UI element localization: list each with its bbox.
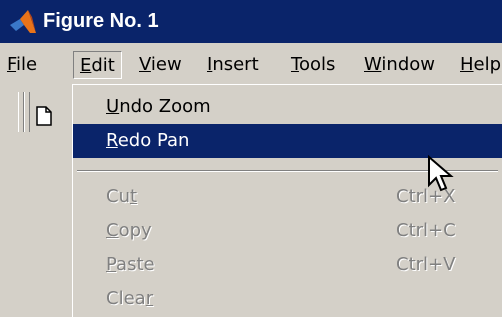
- menu-insert-label: nsert: [212, 54, 259, 75]
- menu-file[interactable]: File: [7, 51, 37, 79]
- edit-menu-dropdown: Undo Zoom Redo Pan Cut Ctrl+X Copy Ctrl+…: [72, 84, 502, 317]
- menu-file-label: ile: [16, 54, 38, 75]
- menu-help-label: elp: [473, 54, 502, 75]
- menu-window-mnemonic: W: [364, 54, 382, 75]
- menu-item-paste[interactable]: Paste Ctrl+V: [73, 248, 502, 282]
- menu-window-label: indow: [381, 54, 435, 75]
- menu-window[interactable]: Window: [364, 51, 435, 79]
- menu-view[interactable]: View: [139, 51, 182, 79]
- menu-help-mnemonic: H: [460, 54, 474, 75]
- menu-tools-mnemonic: T: [291, 54, 299, 75]
- menu-view-label: iew: [150, 54, 182, 75]
- menu-item-clear-label: Clear: [106, 288, 154, 309]
- menu-file-mnemonic: F: [7, 54, 17, 75]
- menu-tools[interactable]: Tools: [291, 51, 335, 79]
- matlab-logo-icon: [10, 10, 36, 33]
- menu-item-clear[interactable]: Clear: [73, 282, 502, 316]
- menu-item-paste-label: Paste: [106, 254, 155, 275]
- menu-edit-mnemonic: E: [80, 55, 92, 76]
- menu-item-cut-label: Cut: [106, 186, 138, 207]
- toolbar-grip-2: [24, 92, 30, 132]
- new-figure-icon[interactable]: [36, 106, 52, 126]
- menu-help[interactable]: Help: [460, 51, 501, 79]
- menu-item-redo-pan[interactable]: Redo Pan: [73, 124, 502, 158]
- menu-item-copy-label: Copy: [106, 220, 152, 241]
- menu-view-mnemonic: V: [139, 54, 151, 75]
- menu-item-redo-pan-label: Redo Pan: [106, 130, 190, 151]
- menu-item-paste-shortcut: Ctrl+V: [396, 254, 456, 275]
- menu-item-copy[interactable]: Copy Ctrl+C: [73, 214, 502, 248]
- menu-edit[interactable]: Edit: [73, 51, 122, 79]
- toolbar: [0, 86, 80, 317]
- menu-edit-label: dit: [91, 55, 115, 76]
- window-title: Figure No. 1: [43, 10, 159, 32]
- menu-item-copy-shortcut: Ctrl+C: [396, 220, 456, 241]
- menu-item-undo-zoom-label: Undo Zoom: [106, 96, 211, 117]
- menu-tools-label: ools: [298, 54, 336, 75]
- menu-bar: File Edit View Insert Tools Window Help: [0, 45, 502, 83]
- menu-insert[interactable]: Insert: [207, 51, 259, 79]
- mouse-pointer-icon: [428, 155, 454, 192]
- title-bar: Figure No. 1: [0, 0, 502, 43]
- menu-item-undo-zoom[interactable]: Undo Zoom: [73, 90, 502, 124]
